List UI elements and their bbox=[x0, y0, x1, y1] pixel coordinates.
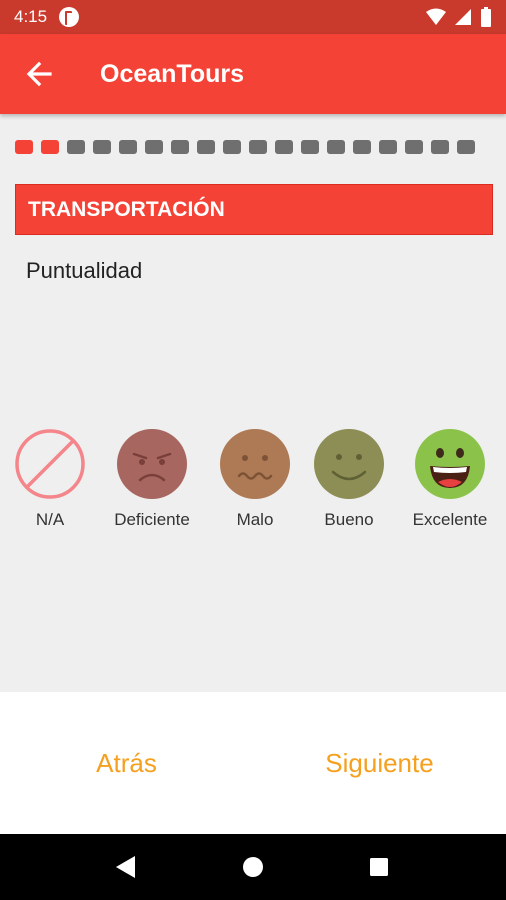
status-icons bbox=[426, 7, 492, 27]
battery-icon bbox=[481, 7, 491, 27]
rating-na[interactable]: N/A bbox=[0, 428, 100, 530]
angry-face-icon bbox=[117, 429, 187, 499]
progress-dot-completed bbox=[15, 140, 33, 154]
na-icon bbox=[15, 429, 85, 499]
square-recents-icon bbox=[370, 858, 388, 876]
rating-options: N/A Deficiente Malo Bueno Excelente bbox=[0, 428, 506, 538]
progress-dot bbox=[301, 140, 319, 154]
rating-label: Excelente bbox=[412, 510, 488, 529]
back-button[interactable]: Atrás bbox=[0, 692, 253, 834]
next-button[interactable]: Siguiente bbox=[253, 692, 506, 834]
rating-label: Malo bbox=[236, 510, 274, 529]
rating-label: N/A bbox=[35, 510, 65, 529]
progress-dot bbox=[223, 140, 241, 154]
app-bar: OceanTours bbox=[0, 34, 506, 114]
progress-dot bbox=[249, 140, 267, 154]
rating-label: Bueno bbox=[324, 510, 374, 529]
nav-back-button[interactable] bbox=[106, 847, 146, 887]
progress-dot bbox=[353, 140, 371, 154]
wifi-icon bbox=[426, 8, 446, 25]
back-arrow-button[interactable] bbox=[12, 47, 66, 101]
rating-excelente[interactable]: Excelente bbox=[400, 428, 500, 530]
signal-icon bbox=[455, 9, 471, 25]
progress-dot bbox=[379, 140, 397, 154]
progress-dot bbox=[457, 140, 475, 154]
progress-dot bbox=[67, 140, 85, 154]
worried-face-icon bbox=[220, 429, 290, 499]
rating-bueno[interactable]: Bueno bbox=[299, 428, 399, 530]
rating-label: Deficiente bbox=[114, 510, 190, 529]
progress-dot bbox=[93, 140, 111, 154]
progress-indicator bbox=[15, 140, 475, 154]
progress-dot bbox=[197, 140, 215, 154]
arrow-left-icon bbox=[26, 61, 52, 87]
progress-dot bbox=[327, 140, 345, 154]
notification-icon bbox=[59, 7, 80, 27]
grin-face-icon bbox=[415, 429, 485, 499]
app-title: OceanTours bbox=[100, 59, 245, 88]
progress-dot bbox=[431, 140, 449, 154]
progress-dot bbox=[145, 140, 163, 154]
progress-dot bbox=[171, 140, 189, 154]
nav-recents-button[interactable] bbox=[359, 847, 399, 887]
footer-actions: Atrás Siguiente bbox=[0, 692, 506, 834]
system-nav-bar bbox=[0, 834, 506, 900]
progress-dot bbox=[405, 140, 423, 154]
question-text: Puntualidad bbox=[26, 258, 143, 283]
nav-home-button[interactable] bbox=[233, 847, 273, 887]
section-title: TRANSPORTACIÓN bbox=[28, 197, 225, 221]
section-header: TRANSPORTACIÓN bbox=[15, 184, 493, 235]
circle-home-icon bbox=[243, 857, 263, 877]
rating-deficiente[interactable]: Deficiente bbox=[102, 428, 202, 530]
rating-malo[interactable]: Malo bbox=[205, 428, 305, 530]
status-bar: 4:15 bbox=[0, 0, 506, 34]
triangle-back-icon bbox=[116, 856, 135, 878]
progress-dot-completed bbox=[41, 140, 59, 154]
progress-dot bbox=[119, 140, 137, 154]
status-time: 4:15 bbox=[14, 7, 48, 26]
progress-dot bbox=[275, 140, 293, 154]
smile-face-icon bbox=[314, 429, 384, 499]
